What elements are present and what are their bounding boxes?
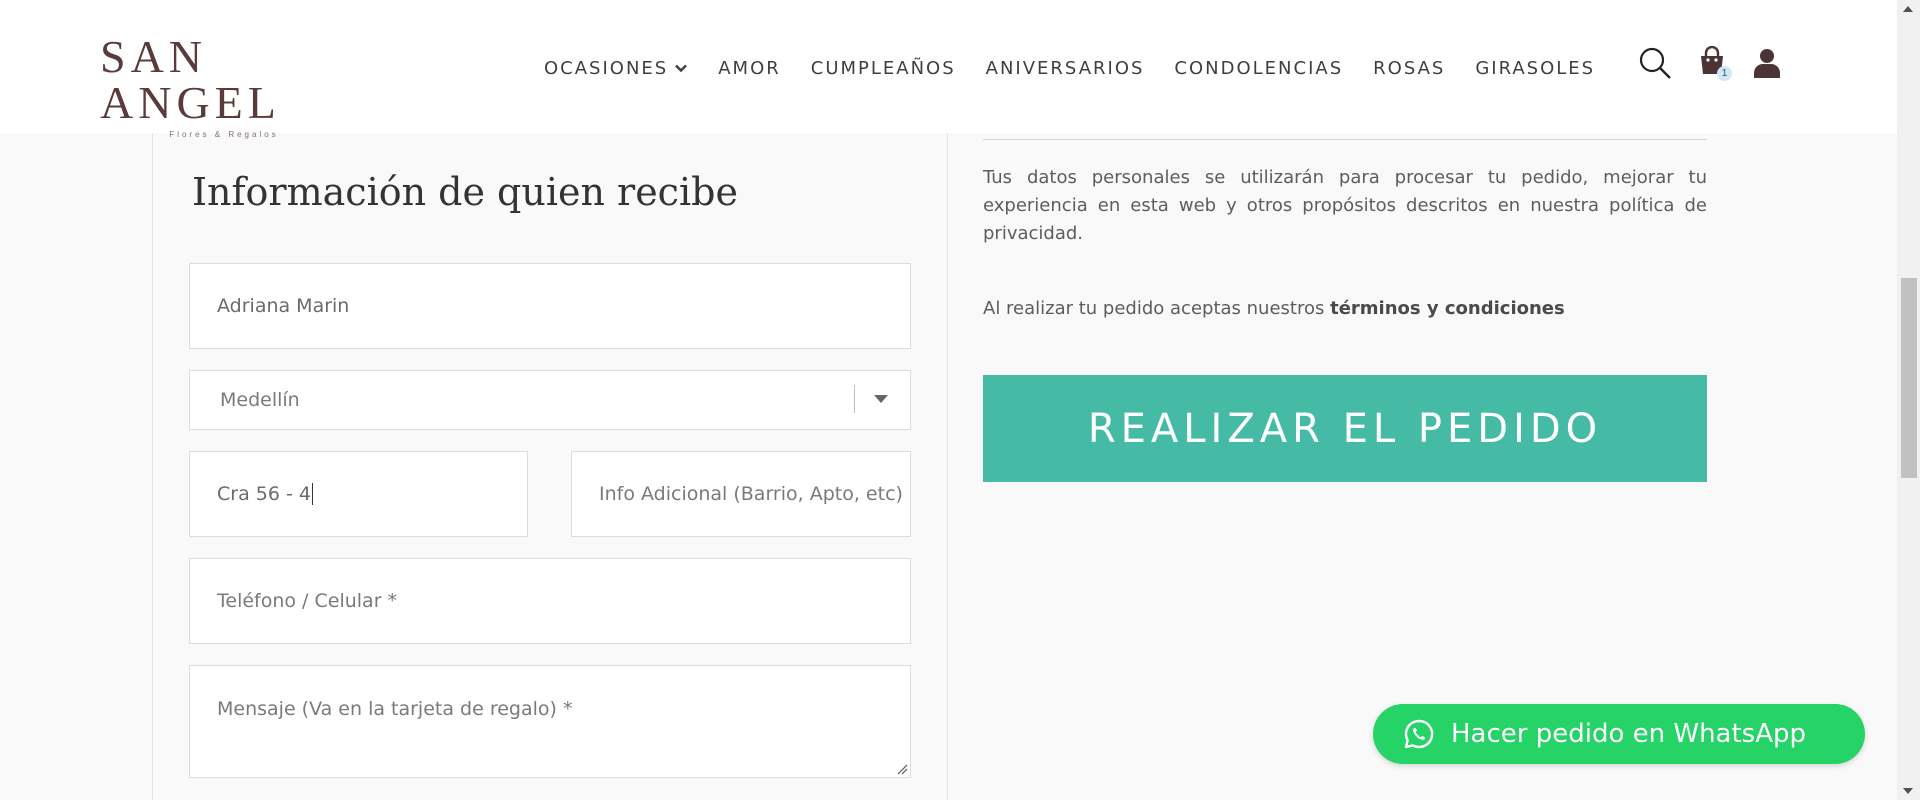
cart-button[interactable]: 1	[1697, 45, 1732, 81]
nav-item-label: ANIVERSARIOS	[985, 57, 1145, 79]
page-scrollbar[interactable]	[1897, 0, 1920, 800]
phone-placeholder: Teléfono / Celular *	[217, 590, 398, 612]
recipient-name-field[interactable]: Adriana Marin	[189, 263, 911, 349]
dropdown-arrow-icon	[874, 395, 888, 403]
nav-item-label: ROSAS	[1373, 57, 1446, 79]
nav-item-label: AMOR	[718, 57, 781, 79]
privacy-notice: Tus datos personales se utilizarán para …	[983, 167, 1707, 244]
scroll-up-icon[interactable]	[1903, 6, 1913, 12]
whatsapp-icon	[1404, 719, 1434, 749]
text-cursor	[311, 483, 313, 505]
additional-info-field[interactable]: Info Adicional (Barrio, Apto, etc)	[571, 451, 911, 537]
nav-item-label: GIRASOLES	[1475, 57, 1596, 79]
terms-prefix: Al realizar tu pedido aceptas nuestros	[983, 298, 1331, 319]
nav-item-rosas[interactable]: ROSAS	[1373, 58, 1445, 79]
whatsapp-label: Hacer pedido en WhatsApp	[1451, 719, 1807, 749]
city-select[interactable]: Medellín	[189, 370, 911, 430]
section-title: Información de quien recibe	[192, 170, 738, 214]
place-order-button[interactable]: REALIZAR EL PEDIDO	[983, 375, 1707, 482]
nav-item-amor[interactable]: AMOR	[718, 58, 781, 79]
nav-item-label: CONDOLENCIAS	[1174, 57, 1344, 79]
place-order-label: REALIZAR EL PEDIDO	[1087, 405, 1603, 452]
nav-item-condolencias[interactable]: CONDOLENCIAS	[1174, 58, 1343, 79]
scrollbar-thumb[interactable]	[1901, 278, 1917, 478]
logo[interactable]: SAN ANGEL Flores & Regalos	[100, 34, 360, 140]
gift-message-textarea[interactable]: Mensaje (Va en la tarjeta de regalo) *	[189, 665, 911, 778]
nav-item-ocasiones[interactable]: OCASIONES	[544, 58, 688, 79]
cart-count-badge: 1	[1717, 66, 1732, 81]
terms-notice: Al realizar tu pedido aceptas nuestros t…	[983, 298, 1707, 319]
main-nav: OCASIONES AMOR CUMPLEAÑOS ANIVERSARIOS C…	[544, 56, 1595, 80]
resize-grip-icon[interactable]	[896, 763, 908, 775]
additional-info-placeholder: Info Adicional (Barrio, Apto, etc)	[599, 483, 903, 505]
city-select-value: Medellín	[220, 389, 300, 411]
address-value: Cra 56 - 4	[217, 483, 311, 505]
search-icon[interactable]	[1638, 46, 1672, 80]
gift-message-placeholder: Mensaje (Va en la tarjeta de regalo) *	[217, 698, 573, 720]
scroll-down-icon[interactable]	[1903, 788, 1913, 794]
nav-item-girasoles[interactable]: GIRASOLES	[1475, 58, 1595, 79]
address-field[interactable]: Cra 56 - 4	[189, 451, 528, 537]
select-separator	[854, 385, 855, 413]
user-icon[interactable]	[1750, 46, 1784, 80]
terms-link[interactable]: términos y condiciones	[1330, 298, 1565, 319]
summary-divider	[983, 139, 1707, 140]
chevron-down-icon	[675, 64, 688, 73]
site-header: SAN ANGEL Flores & Regalos OCASIONES AMO…	[0, 0, 1897, 140]
nav-item-label: OCASIONES	[544, 57, 669, 79]
nav-item-label: CUMPLEAÑOS	[810, 57, 956, 79]
nav-item-cumpleanos[interactable]: CUMPLEAÑOS	[811, 58, 956, 79]
phone-field[interactable]: Teléfono / Celular *	[189, 558, 911, 644]
logo-main: SAN ANGEL	[100, 31, 281, 128]
whatsapp-order-button[interactable]: Hacer pedido en WhatsApp	[1373, 704, 1865, 764]
recipient-name-value: Adriana Marin	[217, 295, 350, 317]
nav-item-aniversarios[interactable]: ANIVERSARIOS	[986, 58, 1145, 79]
